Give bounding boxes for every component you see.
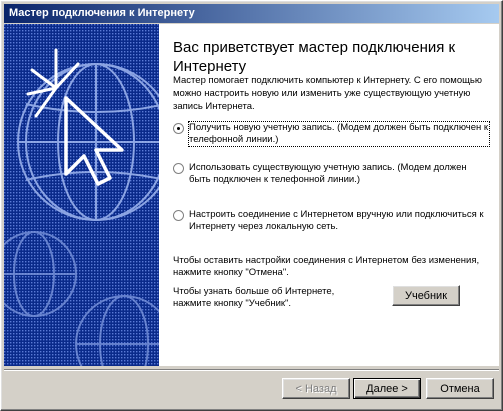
back-button[interactable]: < Назад: [282, 378, 350, 399]
title-bar[interactable]: Мастер подключения к Интернету: [4, 4, 499, 23]
option-existing-account-label[interactable]: Использовать существующую учетную запись…: [189, 162, 489, 186]
wizard-content: Вас приветствует мастер подключения к Ин…: [159, 24, 499, 366]
button-divider: [4, 369, 499, 371]
intro-text: Мастер помогает подключить компьютер к И…: [173, 75, 482, 112]
wizard-window: Мастер подключения к Интернету Вас приве…: [0, 0, 503, 411]
window-title: Мастер подключения к Интернету: [9, 7, 195, 19]
radio-new-account[interactable]: [173, 123, 184, 134]
cancel-button[interactable]: Отмена: [426, 378, 494, 399]
page-title: Вас приветствует мастер подключения к Ин…: [173, 39, 456, 75]
option-manual-setup-label[interactable]: Настроить соединение с Интернетом вручну…: [189, 209, 489, 233]
tutorial-note: Чтобы узнать больше об Интернете, нажмит…: [173, 286, 335, 309]
wizard-side-panel: [4, 24, 159, 366]
radio-manual-setup[interactable]: [173, 210, 184, 221]
next-button[interactable]: Далее >: [353, 378, 421, 399]
option-new-account-label[interactable]: Получить новую учетную запись. (Модем до…: [188, 121, 490, 147]
cancel-note: Чтобы оставить настройки соединения с Ин…: [173, 255, 480, 278]
radio-existing-account[interactable]: [173, 163, 184, 174]
globe-illustration-icon: [4, 24, 159, 366]
tutorial-button[interactable]: Учебник: [392, 285, 460, 306]
